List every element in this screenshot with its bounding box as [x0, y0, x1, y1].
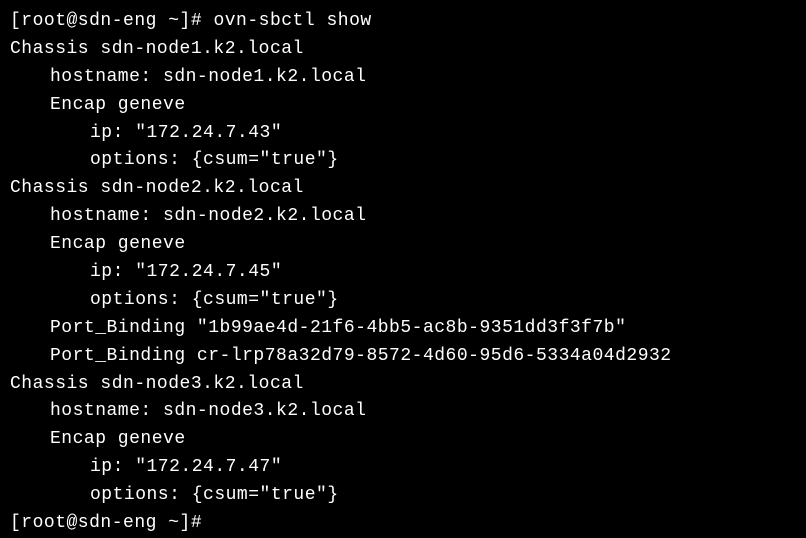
chassis-options: options: {csum="true"} — [10, 287, 796, 315]
chassis-options: options: {csum="true"} — [10, 147, 796, 175]
chassis-port-binding: Port_Binding "1b99ae4d-21f6-4bb5-ac8b-93… — [10, 315, 796, 343]
chassis-encap: Encap geneve — [10, 231, 796, 259]
chassis-hostname: hostname: sdn-node1.k2.local — [10, 64, 796, 92]
prompt-line-2[interactable]: [root@sdn-eng ~]# — [10, 510, 796, 538]
chassis-encap: Encap geneve — [10, 92, 796, 120]
prompt-line-1: [root@sdn-eng ~]# ovn-sbctl show — [10, 8, 796, 36]
chassis-ip: ip: "172.24.7.47" — [10, 454, 796, 482]
chassis-ip: ip: "172.24.7.43" — [10, 120, 796, 148]
chassis-port-binding: Port_Binding cr-lrp78a32d79-8572-4d60-95… — [10, 343, 796, 371]
chassis-header: Chassis sdn-node3.k2.local — [10, 371, 796, 399]
chassis-ip: ip: "172.24.7.45" — [10, 259, 796, 287]
chassis-encap: Encap geneve — [10, 426, 796, 454]
shell-prompt: [root@sdn-eng ~]# — [10, 11, 202, 31]
chassis-header: Chassis sdn-node1.k2.local — [10, 36, 796, 64]
chassis-hostname: hostname: sdn-node2.k2.local — [10, 203, 796, 231]
chassis-header: Chassis sdn-node2.k2.local — [10, 175, 796, 203]
chassis-options: options: {csum="true"} — [10, 482, 796, 510]
shell-command[interactable]: ovn-sbctl show — [202, 11, 372, 31]
chassis-hostname: hostname: sdn-node3.k2.local — [10, 398, 796, 426]
